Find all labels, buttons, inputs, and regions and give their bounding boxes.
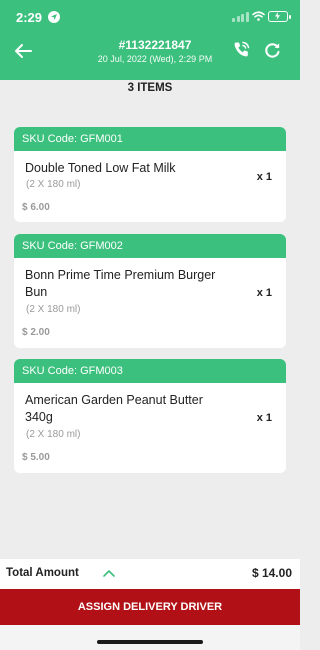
- item-quantity: x 1: [256, 171, 272, 183]
- item-price: $ 2.00: [22, 327, 50, 338]
- arrow-left-icon[interactable]: [12, 40, 34, 62]
- pack-size: (2 X 180 ml): [26, 179, 81, 190]
- pack-size: (2 X 180 ml): [26, 429, 81, 440]
- order-item-card: SKU Code: GFM003 American Garden Peanut …: [14, 359, 286, 473]
- total-bar[interactable]: Total Amount $ 14.00: [0, 559, 300, 589]
- item-price: $ 5.00: [22, 452, 50, 463]
- sku-code: SKU Code: GFM003: [14, 359, 286, 383]
- item-price: $ 6.00: [22, 202, 50, 213]
- pack-size: (2 X 180 ml): [26, 304, 81, 315]
- total-amount-value: $ 14.00: [251, 566, 292, 580]
- status-bar: 2:29: [0, 0, 300, 34]
- sku-code: SKU Code: GFM001: [14, 127, 286, 151]
- order-number: #1132221847: [118, 38, 192, 52]
- status-time: 2:29: [16, 10, 43, 25]
- location-arrow-icon: [48, 11, 60, 23]
- cell-signal-icon: [232, 12, 249, 22]
- total-amount-label: Total Amount: [6, 567, 79, 579]
- order-item-card: SKU Code: GFM001 Double Toned Low Fat Mi…: [14, 127, 286, 222]
- product-name: Bonn Prime Time Premium Burger Bun: [25, 268, 216, 299]
- sku-code: SKU Code: GFM002: [14, 234, 286, 258]
- product-name: American Garden Peanut Butter 340g: [25, 393, 203, 424]
- item-quantity: x 1: [256, 412, 272, 424]
- assign-delivery-driver-button[interactable]: ASSIGN DELIVERY DRIVER: [0, 589, 300, 625]
- items-count: 3 ITEMS: [127, 82, 173, 94]
- order-date: 20 Jul, 2022 (Wed), 2:29 PM: [97, 54, 213, 64]
- battery-charging-icon: [268, 11, 291, 22]
- wifi-icon: [252, 11, 265, 21]
- phone-call-icon[interactable]: [232, 40, 252, 60]
- item-quantity: x 1: [256, 287, 272, 299]
- header: 2:29 #1132221847 20 Jul, 2022 (Wed), 2:2…: [0, 0, 300, 80]
- home-indicator: [0, 625, 300, 650]
- refresh-icon[interactable]: [263, 41, 282, 60]
- order-item-card: SKU Code: GFM002 Bonn Prime Time Premium…: [14, 234, 286, 348]
- product-name: Double Toned Low Fat Milk: [25, 161, 176, 175]
- chevron-up-icon[interactable]: [103, 569, 115, 577]
